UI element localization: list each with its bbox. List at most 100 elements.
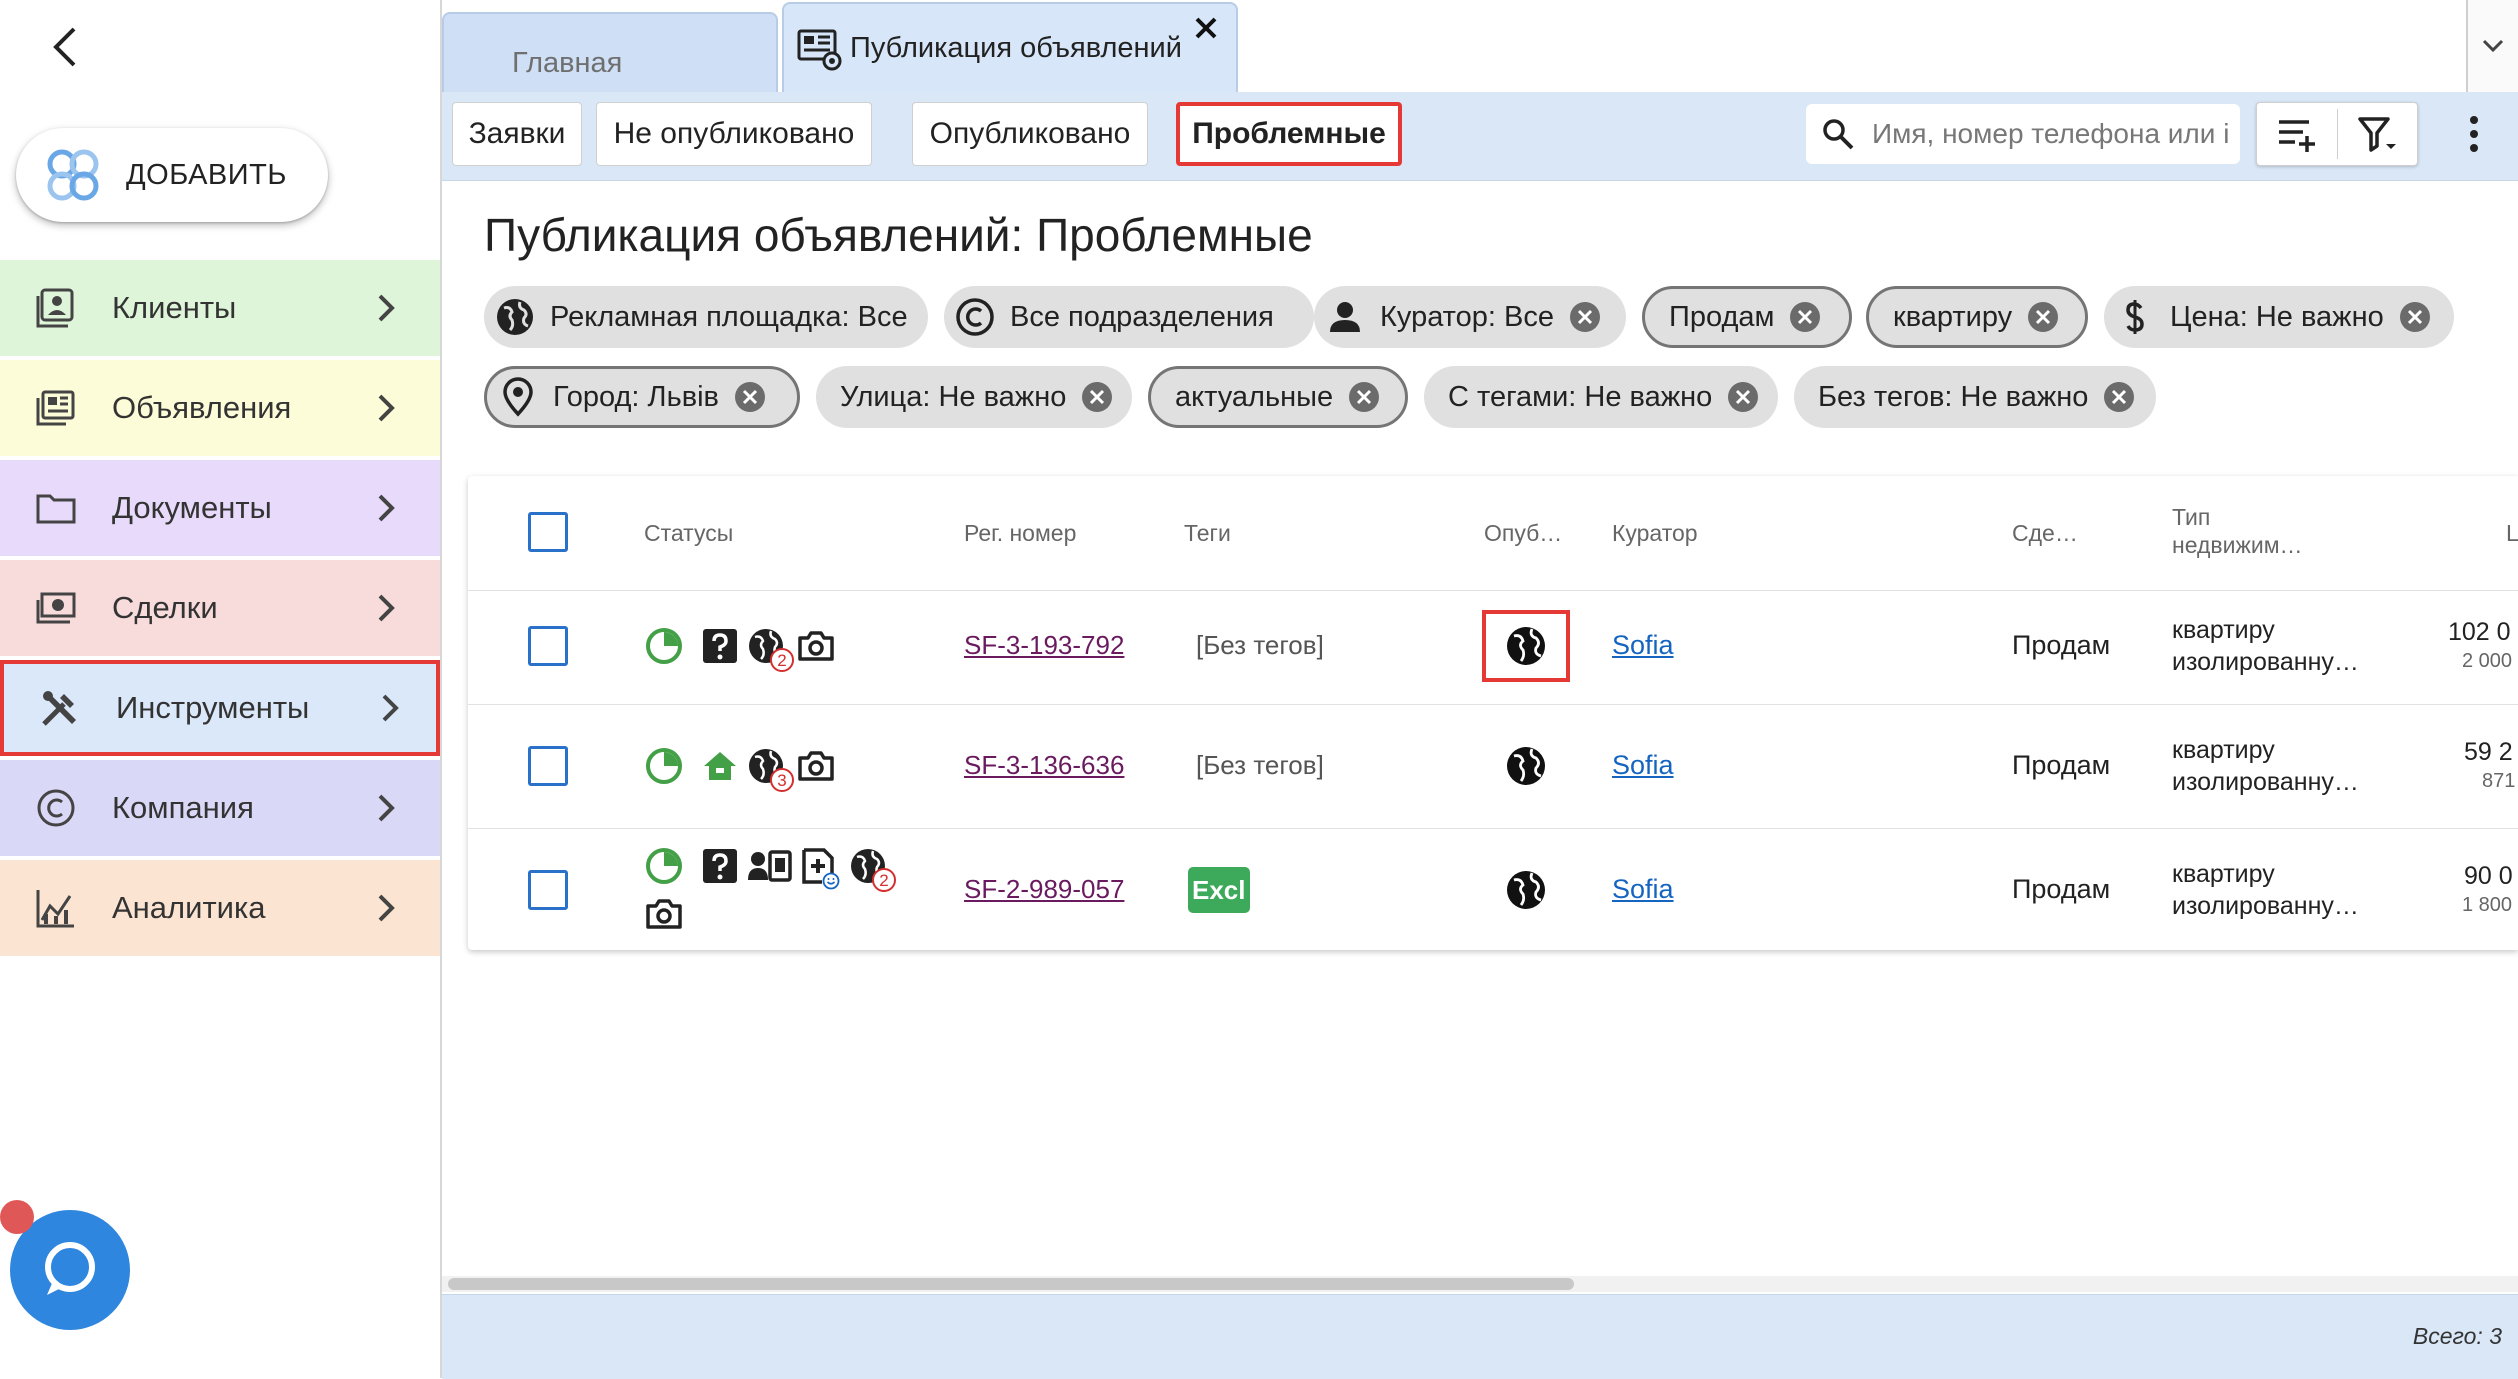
chip-city[interactable]: Город: Львів <box>484 366 800 428</box>
globe-count-badge: 2 <box>770 648 794 672</box>
remove-chip-icon[interactable] <box>1080 380 1114 414</box>
chip-label: Куратор: Все <box>1380 300 1554 333</box>
filter-requests-button[interactable]: Заявки <box>452 102 582 166</box>
property-type-line2: изолированну… <box>2172 892 2359 920</box>
filter-menu-button[interactable] <box>2338 103 2418 165</box>
add-filter-button[interactable] <box>2257 103 2337 165</box>
column-header-type-line2[interactable]: недвижим… <box>2172 532 2303 559</box>
column-header-reg-number[interactable]: Рег. номер <box>964 520 1076 547</box>
sidebar-item-analytics[interactable]: Аналитика <box>0 860 440 956</box>
curator-link[interactable]: Sofia <box>1612 874 1674 905</box>
row-checkbox[interactable] <box>528 870 568 910</box>
back-button[interactable] <box>40 22 90 72</box>
id-card-icon <box>748 850 792 882</box>
search-input[interactable] <box>1870 117 2234 151</box>
sidebar-item-documents[interactable]: Документы <box>0 460 440 556</box>
add-button[interactable]: ДОБАВИТЬ <box>16 128 328 222</box>
sidebar-item-tools[interactable]: Инструменты <box>0 660 440 756</box>
price-cell: 102 0 <box>2448 618 2511 646</box>
chevron-right-icon <box>382 694 399 722</box>
reg-number-link[interactable]: SF-3-136-636 <box>964 750 1124 781</box>
question-icon <box>703 849 737 883</box>
search-box <box>1806 104 2240 164</box>
globe-icon[interactable] <box>1504 868 1548 912</box>
close-tab-icon[interactable] <box>1192 14 1220 42</box>
sidebar-item-deals[interactable]: Сделки <box>0 560 440 656</box>
remove-chip-icon[interactable] <box>2398 300 2432 334</box>
filter-unpublished-button[interactable]: Не опубликовано <box>596 102 872 166</box>
deal-type-cell: Продам <box>2012 874 2111 904</box>
more-options-button[interactable] <box>2454 106 2494 162</box>
filter-list-add-icon <box>2279 120 2315 152</box>
pie-clock-icon <box>646 628 682 664</box>
reg-number-link[interactable]: SF-3-193-792 <box>964 630 1124 661</box>
row-checkbox[interactable] <box>528 626 568 666</box>
chip-with-tags[interactable]: С тегами: Не важно <box>1424 366 1778 428</box>
remove-chip-icon[interactable] <box>2026 300 2060 334</box>
tabs-dropdown-button[interactable] <box>2466 0 2518 92</box>
price-per-sqm-cell: 1 800 <box>2462 894 2513 916</box>
curator-link[interactable]: Sofia <box>1612 630 1674 661</box>
sidebar-item-clients[interactable]: Клиенты <box>0 260 440 356</box>
chip-label: Цена: Не важно <box>2170 300 2384 333</box>
more-vert-icon <box>2470 116 2478 152</box>
chip-label: С тегами: Не важно <box>1448 380 1713 413</box>
globe-icon[interactable] <box>1504 624 1548 668</box>
column-header-tags[interactable]: Теги <box>1184 520 1231 547</box>
property-type-line1: квартиру <box>2172 616 2275 644</box>
total-count: Всего: 3 <box>2412 1323 2502 1349</box>
horizontal-scrollbar[interactable] <box>442 1276 2518 1292</box>
dollar-icon <box>2126 300 2144 334</box>
sidebar-item-company[interactable]: Компания <box>0 760 440 856</box>
property-type-line1: квартиру <box>2172 860 2275 888</box>
chip-label: Все подразделения <box>1010 300 1274 333</box>
sidebar-item-label: Сделки <box>112 590 218 625</box>
chip-departments[interactable]: Все подразделения <box>944 286 1314 348</box>
camera-icon <box>798 631 834 661</box>
chip-street[interactable]: Улица: Не важно <box>816 366 1132 428</box>
camera-icon <box>798 751 834 781</box>
remove-chip-icon[interactable] <box>733 380 767 414</box>
remove-chip-icon[interactable] <box>2102 380 2136 414</box>
filter-published-button[interactable]: Опубликовано <box>912 102 1148 166</box>
chip-deal-sell[interactable]: Продам <box>1642 286 1852 348</box>
chip-actual[interactable]: актуальные <box>1148 366 1408 428</box>
sidebar-item-label: Компания <box>112 790 254 825</box>
copyright-icon <box>956 298 994 336</box>
column-header-deal[interactable]: Сде… <box>2012 520 2078 547</box>
price-per-sqm-cell: 2 000 <box>2462 650 2513 672</box>
tab-home[interactable]: Главная <box>442 12 778 92</box>
property-type-line1: квартиру <box>2172 736 2275 764</box>
sidebar-item-label: Аналитика <box>112 890 266 925</box>
remove-chip-icon[interactable] <box>1568 300 1602 334</box>
globe-count-badge: 2 <box>872 868 896 892</box>
column-header-curator[interactable]: Куратор <box>1612 520 1698 547</box>
remove-chip-icon[interactable] <box>1347 380 1381 414</box>
tab-publication[interactable]: Публикация объявлений <box>782 2 1238 92</box>
column-header-statuses[interactable]: Статусы <box>644 520 733 547</box>
globe-icon[interactable] <box>1504 744 1548 788</box>
sidebar-item-label: Документы <box>112 490 272 525</box>
chip-curator[interactable]: Куратор: Все <box>1314 286 1626 348</box>
chip-ad-platform[interactable]: Рекламная площадка: Все <box>484 286 928 348</box>
filter-problematic-button[interactable]: Проблемные <box>1176 102 1402 166</box>
sidebar: ДОБАВИТЬ Клиенты Объявления Документы Сд… <box>0 0 442 1378</box>
chip-price[interactable]: Цена: Не важно <box>2104 286 2454 348</box>
curator-link[interactable]: Sofia <box>1612 750 1674 781</box>
scrollbar-thumb[interactable] <box>448 1278 1574 1290</box>
remove-chip-icon[interactable] <box>1788 300 1822 334</box>
chevron-down-icon <box>2482 39 2504 53</box>
column-header-published[interactable]: Опуб… <box>1484 520 1562 547</box>
remove-chip-icon[interactable] <box>1726 380 1760 414</box>
tag-badge[interactable]: Excl <box>1188 867 1250 913</box>
tab-publication-label: Публикация объявлений <box>850 31 1182 64</box>
select-all-checkbox[interactable] <box>528 512 568 552</box>
folder-icon <box>36 494 76 524</box>
chip-without-tags[interactable]: Без тегов: Не важно <box>1794 366 2156 428</box>
column-header-price[interactable]: Ц <box>2506 520 2518 547</box>
row-checkbox[interactable] <box>528 746 568 786</box>
sidebar-item-listings[interactable]: Объявления <box>0 360 440 456</box>
column-header-type-line1[interactable]: Тип <box>2172 504 2210 531</box>
reg-number-link[interactable]: SF-2-989-057 <box>964 874 1124 905</box>
chip-property-apartment[interactable]: квартиру <box>1866 286 2088 348</box>
